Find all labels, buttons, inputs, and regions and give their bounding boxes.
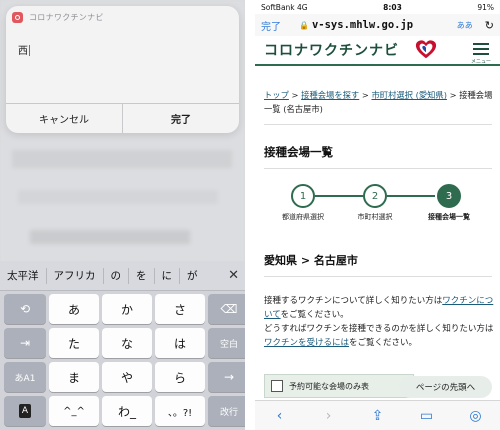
key-ya[interactable]: や: [102, 362, 152, 392]
info-text: をご覧ください。: [280, 310, 349, 320]
page-title: 接種会場一覧: [264, 145, 333, 159]
key-na[interactable]: な: [102, 328, 152, 358]
browser-toolbar: ‹ › ⇪ ▭ ◎: [255, 400, 500, 430]
breadcrumb-municipality-link[interactable]: 市町村選択 (愛知県): [371, 90, 447, 100]
available-only-checkbox[interactable]: [271, 380, 283, 392]
next-candidate-key[interactable]: ⇥: [4, 328, 46, 358]
key-wa[interactable]: わ_: [102, 396, 152, 426]
left-pane: コロナワクチンナビ 西 キャンセル 完了 太平洋 アフリカのをにが ✕ ⟲ あかさ ⌫ ⇥…: [0, 0, 245, 430]
key-ta[interactable]: た: [49, 328, 99, 358]
keyboard-keys: ⟲ あかさ ⌫ ⇥ たなは空白あA1 まやら → A ^_^ わ_、。?! 改行: [4, 294, 245, 426]
back-icon[interactable]: ‹: [266, 408, 294, 424]
step-2-circle: 2: [363, 184, 387, 208]
right-pane: SoftBank 4G 8:03 91% 完了 🔒 v-sys.mhlw.go.…: [255, 0, 500, 430]
candidate-item[interactable]: を: [129, 261, 154, 291]
available-only-filter[interactable]: 予約可能な会場のみ表: [264, 374, 414, 398]
breadcrumb-search-link[interactable]: 接種会場を探す: [301, 90, 359, 100]
step-3-label: 接種会場一覧: [428, 213, 470, 221]
alert-input-value: 西: [18, 46, 28, 57]
bookmarks-icon[interactable]: ▭: [413, 408, 441, 424]
compass-icon[interactable]: ◎: [462, 408, 490, 424]
done-button[interactable]: 完了: [122, 104, 239, 133]
key-ka[interactable]: か: [102, 294, 152, 324]
delete-key[interactable]: ⌫: [208, 294, 245, 324]
space-key[interactable]: 空白: [208, 328, 245, 358]
return-key[interactable]: 改行: [208, 396, 245, 426]
info-text: どうすればワクチンを接種できるのかを詳しく知りたい方は: [264, 324, 494, 334]
divider: [264, 168, 492, 169]
breadcrumb-top-link[interactable]: トップ: [264, 90, 289, 100]
key-sa[interactable]: さ: [155, 294, 205, 324]
menu-label: メニュー: [470, 59, 491, 65]
step-2-label: 市町村選択: [357, 213, 393, 221]
back-to-top-button[interactable]: ページの先頭へ: [399, 376, 492, 398]
carrier-label: SoftBank 4G: [261, 2, 308, 12]
text-caret: [29, 45, 30, 56]
heart-logo-icon: [415, 40, 437, 59]
step-1-circle: 1: [291, 184, 315, 208]
hamburger-icon: [470, 43, 492, 55]
key-a[interactable]: あ: [49, 294, 99, 324]
candidate-item[interactable]: 太平洋: [0, 261, 46, 291]
step-1-label: 都道府県選択: [282, 213, 324, 221]
menu-button[interactable]: メニュー: [470, 40, 492, 65]
breadcrumb: トップ > 接種会場を探す > 市町村選択 (愛知県) > 接種会場一覧 (名古…: [264, 88, 494, 116]
candidate-close-icon[interactable]: ✕: [228, 268, 239, 283]
keyboard-switch-icon: A: [19, 404, 31, 418]
candidate-item[interactable]: アフリカ: [47, 261, 103, 291]
how-to-get-vaccine-link[interactable]: ワクチンを受けるには: [264, 338, 349, 348]
info-text: 接種するワクチンについて詳しく知りたい方は: [264, 296, 443, 306]
text-size-button[interactable]: ああ: [457, 20, 473, 31]
candidate-item[interactable]: の: [104, 261, 129, 291]
clock: 8:03: [383, 2, 402, 12]
forward-icon[interactable]: ›: [315, 408, 343, 424]
candidate-item[interactable]: に: [155, 261, 180, 291]
key-ma[interactable]: ま: [49, 362, 99, 392]
region-heading: 愛知県 > 名古屋市: [264, 254, 358, 267]
step-indicator: 1 2 3 都道府県選択 市町村選択 接種会場一覧: [255, 178, 500, 224]
battery-label: 91%: [477, 2, 494, 12]
mode-key[interactable]: あA1: [4, 362, 46, 392]
cancel-button[interactable]: キャンセル: [6, 104, 122, 133]
breadcrumb-separator: >: [359, 90, 372, 100]
key-emoticon[interactable]: ^_^: [49, 396, 99, 426]
info-text: をご覧ください。: [349, 338, 418, 348]
candidate-bar: 太平洋 アフリカのをにが ✕: [0, 261, 245, 291]
alert-text-input[interactable]: 西: [18, 42, 30, 57]
step-connector: [315, 195, 363, 197]
alert-header: コロナワクチンナビ: [6, 6, 239, 28]
url-text[interactable]: v-sys.mhlw.go.jp: [312, 19, 413, 31]
status-bar: SoftBank 4G 8:03 91%: [255, 0, 500, 14]
step-connector: [387, 195, 435, 197]
info-paragraph: 接種するワクチンについて詳しく知りたい方はワクチンについてをご覧ください。 どうす…: [264, 294, 496, 350]
divider: [264, 124, 492, 125]
candidate-item[interactable]: が: [180, 261, 205, 291]
breadcrumb-separator: >: [288, 90, 302, 100]
url-done-button[interactable]: 完了: [261, 18, 281, 33]
share-icon[interactable]: ⇪: [364, 408, 392, 424]
input-alert: コロナワクチンナビ 西 キャンセル 完了: [6, 6, 239, 133]
url-bar: 完了 🔒 v-sys.mhlw.go.jp ああ ↻: [255, 14, 500, 36]
divider: [264, 276, 492, 277]
site-header: コロナワクチンナビ メニュー: [255, 36, 500, 66]
step-3-circle: 3: [437, 184, 461, 208]
app-icon: [12, 11, 23, 23]
globe-key[interactable]: A: [4, 396, 46, 426]
alert-buttons: キャンセル 完了: [6, 103, 239, 133]
reload-icon[interactable]: ↻: [485, 19, 494, 32]
key-ra[interactable]: ら: [155, 362, 205, 392]
japanese-keyboard: 太平洋 アフリカのをにが ✕ ⟲ あかさ ⌫ ⇥ たなは空白あA1 まやら → A ^_^ わ_、。?…: [0, 261, 245, 430]
site-logo[interactable]: コロナワクチンナビ: [264, 40, 399, 60]
key-ha[interactable]: は: [155, 328, 205, 358]
lock-icon: 🔒: [299, 20, 309, 30]
filter-label: 予約可能な会場のみ表: [289, 381, 369, 391]
key-punct[interactable]: 、。?!: [155, 396, 205, 426]
alert-app-name: コロナワクチンナビ: [29, 12, 104, 22]
undo-key[interactable]: ⟲: [4, 294, 46, 324]
right-arrow-key[interactable]: →: [208, 362, 245, 392]
